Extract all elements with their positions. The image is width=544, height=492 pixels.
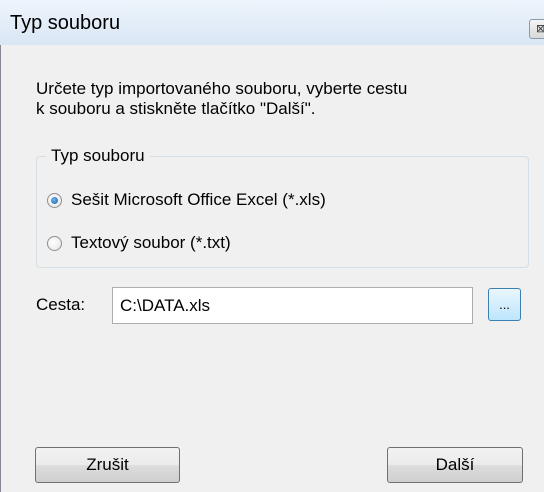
radio-button-excel[interactable]: [47, 192, 62, 208]
cancel-button[interactable]: Zrušit: [35, 447, 180, 483]
radio-label-excel[interactable]: Sešit Microsoft Office Excel (*.xls): [71, 189, 326, 211]
radio-label-text[interactable]: Textový soubor (*.txt): [71, 232, 231, 254]
radio-option-text[interactable]: Textový soubor (*.txt): [47, 231, 231, 255]
browse-button[interactable]: ...: [488, 288, 521, 321]
instructions-text: Určete typ importovaného souboru, vybert…: [36, 79, 536, 119]
next-button[interactable]: Další: [387, 447, 523, 483]
instructions-line-2: k souboru a stiskněte tlačítko "Další".: [36, 99, 316, 118]
file-type-group-label: Typ souboru: [46, 145, 150, 167]
title-bar: Typ souboru ⊠: [0, 0, 544, 45]
path-input[interactable]: [112, 287, 473, 324]
instructions-line-1: Určete typ importovaného souboru, vybert…: [36, 79, 408, 98]
window-title: Typ souboru: [10, 12, 121, 34]
radio-button-text[interactable]: [47, 235, 62, 251]
radio-option-excel[interactable]: Sešit Microsoft Office Excel (*.xls): [47, 188, 326, 212]
path-label: Cesta:: [36, 295, 86, 314]
close-icon: ⊠: [536, 23, 544, 35]
dialog-window: Typ souboru ⊠ Určete typ importovaného s…: [0, 0, 544, 492]
close-button[interactable]: ⊠: [529, 19, 544, 39]
